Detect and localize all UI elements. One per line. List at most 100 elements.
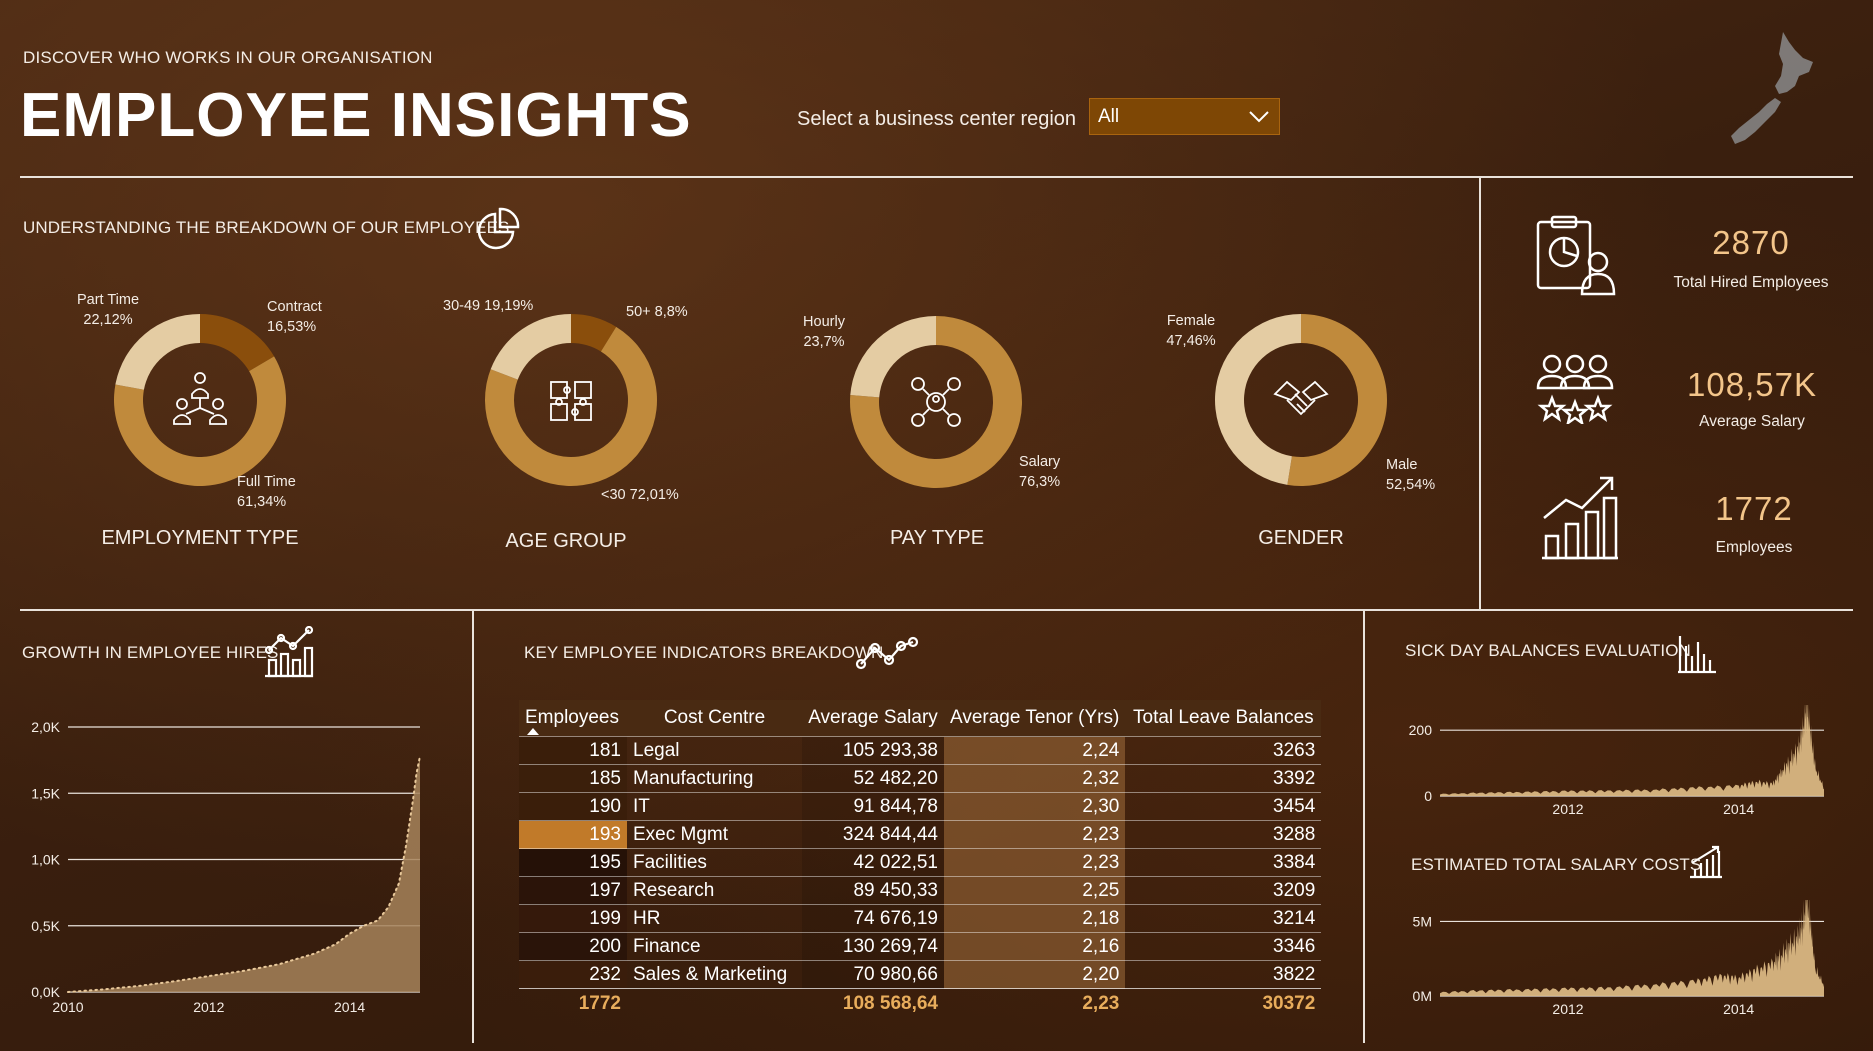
x-tick-label: 2014 — [1723, 801, 1754, 817]
table-cell-cost-centre: Finance — [627, 932, 802, 961]
y-tick-label: 200 — [1409, 722, 1433, 738]
table-cell-average-tenor-yrs: 2,16 — [944, 932, 1126, 961]
table-cell-average-tenor-yrs: 2,23 — [944, 848, 1126, 877]
growth-heading: GROWTH IN EMPLOYEE HIRES — [22, 643, 279, 662]
bar-chart-icon — [1678, 636, 1716, 674]
table-cell-total-leave-balances: 3209 — [1125, 876, 1322, 905]
table-cell-average-tenor-yrs: 2,32 — [944, 764, 1126, 793]
label-30-49: 30-49 19,19% — [443, 298, 534, 314]
table-cell-employees: 185 — [519, 764, 627, 793]
col-cost-centre[interactable]: Cost Centre — [627, 700, 802, 737]
puzzle-people-icon — [550, 381, 592, 421]
table-total-cell: 1772 — [519, 988, 627, 1019]
table-cell-total-leave-balances: 3454 — [1125, 792, 1322, 821]
y-tick-label: 0,0K — [31, 984, 60, 1000]
rising-bars-icon — [1690, 845, 1722, 879]
table-cell-employees: 195 — [519, 848, 627, 877]
region-filter-label: Select a business center region — [797, 108, 1077, 130]
table-row[interactable]: 190 IT 91 844,78 2,30 3454 — [519, 792, 1322, 821]
divider-middle — [20, 609, 1853, 611]
y-tick-label: 1,0K — [31, 852, 60, 868]
table-total-cell: 108 568,64 — [802, 988, 944, 1019]
pie-chart-icon — [477, 207, 520, 250]
sick-heading: SICK DAY BALANCES EVALUATION — [1405, 641, 1691, 660]
page-title: EMPLOYEE INSIGHTS — [20, 81, 692, 150]
x-tick-label: 2014 — [334, 999, 365, 1015]
label-full-time: Full Time 61,34% — [237, 474, 296, 510]
region-dropdown[interactable]: All — [1089, 98, 1280, 135]
region-dropdown-value: All — [1098, 105, 1120, 127]
salary-cost-area-chart: 0M 5M 2012 2014 — [1413, 900, 1824, 1017]
table-total-cell: 2,23 — [944, 988, 1126, 1019]
label-female: Female 47,46% — [1166, 313, 1216, 349]
table-cell-cost-centre: Research — [627, 876, 802, 905]
x-tick-label: 2012 — [193, 999, 224, 1015]
y-tick-label: 2,0K — [31, 719, 60, 735]
table-row[interactable]: 193 Exec Mgmt 324 844,44 2,23 3288 — [519, 820, 1322, 849]
col-average-tenor[interactable]: Average Tenor (Yrs) — [944, 700, 1126, 737]
table-cell-employees: 190 — [519, 792, 627, 821]
label-hourly: Hourly 23,7% — [803, 314, 845, 350]
donut-slice-contract[interactable] — [200, 314, 275, 372]
table-row[interactable]: 232 Sales & Marketing 70 980,66 2,20 3822 — [519, 960, 1322, 989]
indicators-table-wrapper: Employees Cost Centre Average Salary Ave… — [519, 700, 1322, 1019]
table-cell-total-leave-balances: 3214 — [1125, 904, 1322, 933]
table-cell-cost-centre: Sales & Marketing — [627, 960, 802, 989]
table-cell-cost-centre: IT — [627, 792, 802, 821]
title-employment-type: EMPLOYMENT TYPE — [101, 527, 299, 549]
breakdown-heading: UNDERSTANDING THE BREAKDOWN OF OUR EMPLO… — [23, 218, 510, 237]
table-cell-employees: 232 — [519, 960, 627, 989]
table-row[interactable]: 181 Legal 105 293,38 2,24 3263 — [519, 736, 1322, 765]
table-cell-total-leave-balances: 3392 — [1125, 764, 1322, 793]
table-row[interactable]: 185 Manufacturing 52 482,20 2,32 3392 — [519, 764, 1322, 793]
donut-slice-30-49[interactable] — [490, 314, 571, 380]
table-cell-average-salary: 91 844,78 — [802, 792, 944, 821]
x-tick-label: 2012 — [1552, 801, 1583, 817]
label-50-plus: 50+ 8,8% — [626, 304, 688, 320]
clipboard-person-icon — [1536, 215, 1616, 296]
area-series — [1440, 705, 1824, 796]
trend-line-icon — [855, 636, 919, 670]
divider-bottom-right — [1363, 611, 1365, 1043]
table-cell-average-tenor-yrs: 2,30 — [944, 792, 1126, 821]
sick-days-area-chart: 0 200 2012 2014 — [1409, 705, 1824, 817]
label-under-30: <30 72,01% — [601, 487, 679, 503]
table-cell-total-leave-balances: 3822 — [1125, 960, 1322, 989]
employment-team-icon — [173, 372, 227, 425]
table-cell-average-salary: 105 293,38 — [802, 736, 944, 765]
table-cell-total-leave-balances: 3288 — [1125, 820, 1322, 849]
table-cell-cost-centre: Facilities — [627, 848, 802, 877]
area-series — [1440, 900, 1824, 996]
salary-heading: ESTIMATED TOTAL SALARY COSTS — [1411, 855, 1702, 874]
growth-bars-icon — [1542, 476, 1618, 560]
table-cell-cost-centre: HR — [627, 904, 802, 933]
title-age-group: AGE GROUP — [505, 530, 627, 552]
x-tick-label: 2010 — [52, 999, 83, 1015]
table-cell-average-salary: 130 269,74 — [802, 932, 944, 961]
y-tick-label: 0 — [1424, 788, 1432, 804]
y-tick-label: 5M — [1413, 913, 1432, 929]
table-cell-average-salary: 42 022,51 — [802, 848, 944, 877]
col-employees[interactable]: Employees — [519, 700, 627, 737]
title-pay-type: PAY TYPE — [889, 527, 985, 549]
line-chart-icon — [264, 626, 314, 678]
table-total-row: 1772 108 568,64 2,23 30372 — [519, 988, 1322, 1019]
kpi-employees-label: Employees — [1715, 539, 1793, 556]
network-people-icon — [911, 377, 961, 427]
table-row[interactable]: 195 Facilities 42 022,51 2,23 3384 — [519, 848, 1322, 877]
table-cell-average-tenor-yrs: 2,18 — [944, 904, 1126, 933]
donut-slice-male[interactable] — [1287, 314, 1387, 486]
kpi-average-salary-value: 108,57K — [1687, 366, 1817, 403]
x-tick-label: 2014 — [1723, 1001, 1754, 1017]
table-row[interactable]: 199 HR 74 676,19 2,18 3214 — [519, 904, 1322, 933]
divider-top — [20, 176, 1853, 178]
table-row[interactable]: 197 Research 89 450,33 2,25 3209 — [519, 876, 1322, 905]
handshake-icon — [1273, 380, 1329, 416]
table-cell-employees: 200 — [519, 932, 627, 961]
chevron-down-icon — [1249, 110, 1269, 122]
col-average-salary[interactable]: Average Salary — [802, 700, 944, 737]
table-row[interactable]: 200 Finance 130 269,74 2,16 3346 — [519, 932, 1322, 961]
kpi-total-hired-label: Total Hired Employees — [1673, 274, 1829, 291]
col-total-leave[interactable]: Total Leave Balances — [1125, 700, 1322, 737]
y-tick-label: 0M — [1413, 988, 1432, 1004]
